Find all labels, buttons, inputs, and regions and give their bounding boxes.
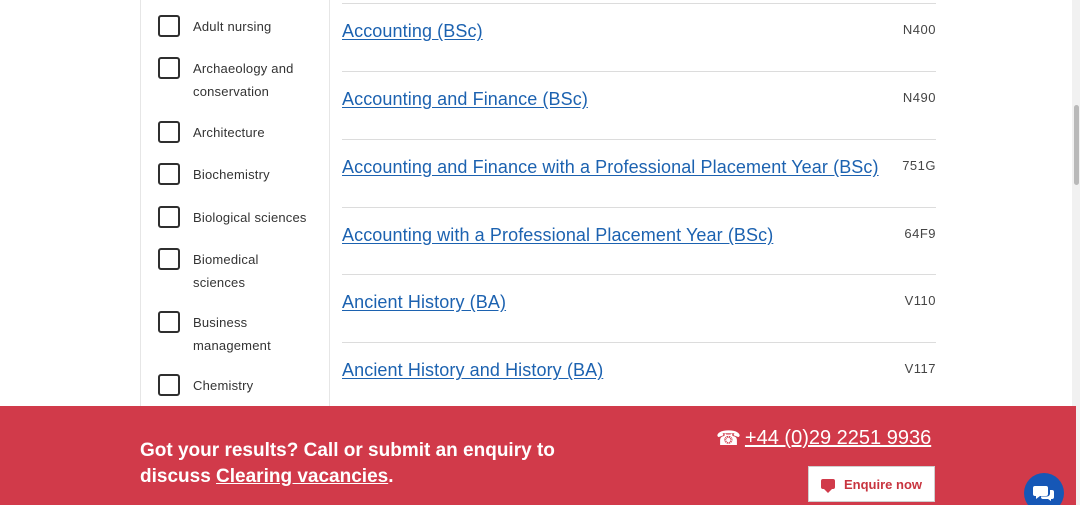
course-link[interactable]: Accounting and Finance with a Profession… [342,157,879,178]
course-row: Accounting and Finance with a Profession… [342,139,936,207]
course-row: Accounting and Finance (BSc) N490 [342,71,936,139]
clearing-vacancies-link[interactable]: Clearing vacancies [216,466,388,487]
course-link[interactable]: Accounting (BSc) [342,21,483,42]
course-link[interactable]: Ancient History and History (BA) [342,360,603,381]
filter-label: Chemistry [193,378,254,393]
banner-line-2: discuss Clearing vacancies. [140,464,555,490]
filter-checkbox[interactable] [158,57,180,79]
filter-label: Archaeology and conservation [193,61,294,99]
filter-item-biomedical-sciences[interactable]: Biomedical sciences [158,248,273,294]
phone-icon: ☎ [716,428,741,450]
filter-item-chemistry[interactable]: Chemistry [158,374,303,397]
filter-label: Architecture [193,125,265,140]
page: Adult nursing Archaeology and conservati… [0,0,1080,505]
course-link[interactable]: Accounting and Finance (BSc) [342,89,588,110]
filter-checkbox[interactable] [158,121,180,143]
course-row: Ancient History and History (BA) V117 [342,342,936,410]
filter-checkbox[interactable] [158,163,180,185]
scrollbar-thumb[interactable] [1074,105,1079,185]
enquire-now-label: Enquire now [844,476,922,492]
chat-button[interactable] [1024,473,1064,505]
course-code: N400 [902,22,936,37]
speech-bubble-icon [821,479,835,493]
filter-checkbox[interactable] [158,374,180,396]
course-link[interactable]: Accounting with a Professional Placement… [342,225,773,246]
filter-item-archaeology[interactable]: Archaeology and conservation [158,57,303,103]
filter-checkbox[interactable] [158,206,180,228]
subject-filter-panel: Adult nursing Archaeology and conservati… [140,0,330,406]
filter-label: Adult nursing [193,19,272,34]
filter-item-adult-nursing[interactable]: Adult nursing [158,15,303,38]
banner-line-1: Got your results? Call or submit an enqu… [140,440,555,461]
filter-checkbox[interactable] [158,248,180,270]
filter-label: Biological sciences [193,210,307,225]
course-row: Accounting with a Professional Placement… [342,207,936,275]
filter-item-biochemistry[interactable]: Biochemistry [158,163,303,186]
filter-label: Biomedical sciences [193,252,259,290]
filter-item-business-management[interactable]: Business management [158,311,283,357]
banner-message: Got your results? Call or submit an enqu… [140,438,555,490]
clearing-banner: Got your results? Call or submit an enqu… [0,406,1076,505]
course-code: N490 [902,90,936,105]
course-code: 751G [902,158,936,173]
course-row: Accounting (BSc) N400 [342,3,936,71]
course-row: Ancient History (BA) V110 [342,274,936,342]
filter-label: Biochemistry [193,167,270,182]
filter-checkbox[interactable] [158,311,180,333]
chat-bubbles-icon [1033,486,1054,501]
course-code: V110 [904,293,936,308]
course-code: 64F9 [904,226,936,241]
filter-label: Business management [193,315,271,353]
banner-line-2-prefix: discuss [140,466,217,487]
filter-item-biological-sciences[interactable]: Biological sciences [158,206,323,229]
banner-line-2-suffix: . [388,466,394,487]
course-link[interactable]: Ancient History (BA) [342,292,506,313]
enquire-now-button[interactable]: Enquire now [808,466,935,502]
phone-number[interactable]: +44 (0)29 2251 9936 [745,427,931,450]
filter-item-architecture[interactable]: Architecture [158,121,303,144]
filter-checkbox[interactable] [158,15,180,37]
course-code: V117 [904,361,936,376]
phone-link[interactable]: ☎ +44 (0)29 2251 9936 [716,426,931,451]
